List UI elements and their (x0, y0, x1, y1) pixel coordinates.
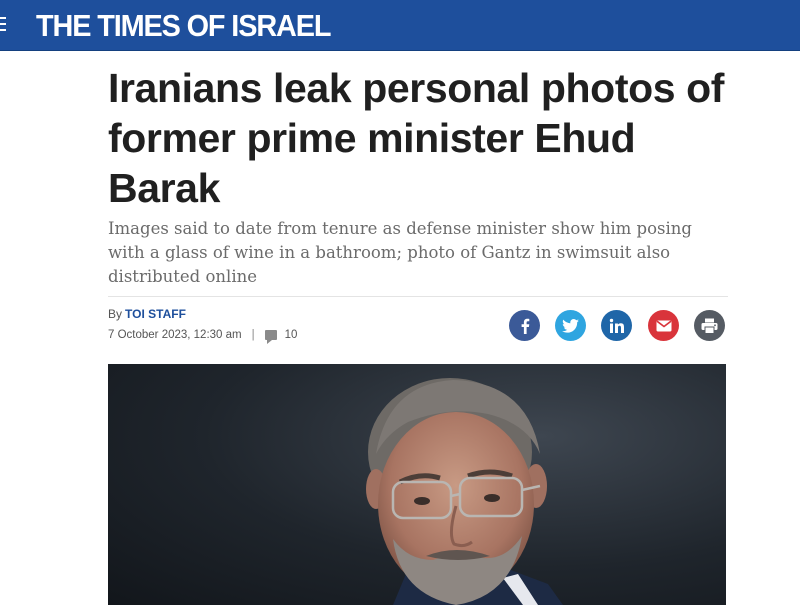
divider (108, 296, 728, 297)
comment-count[interactable]: 10 (285, 329, 298, 341)
twitter-share-button[interactable] (555, 310, 586, 341)
site-header: THE TIMES OF ISRAEL (0, 0, 800, 51)
meta-separator: | (251, 329, 255, 341)
article-meta: 7 October 2023, 12:30 am | 10 (108, 329, 298, 344)
email-icon (656, 320, 671, 331)
article-headline: Iranians leak personal photos of former … (108, 65, 725, 211)
byline: By TOI STAFF (108, 307, 186, 321)
article-photo[interactable] (108, 364, 726, 605)
facebook-share-button[interactable] (509, 310, 540, 341)
article-subheadline: Images said to date from tenure as defen… (108, 219, 692, 286)
article-photo-illustration (366, 378, 563, 605)
comment-icon[interactable] (264, 330, 277, 344)
linkedin-share-button[interactable] (601, 310, 632, 341)
author-link[interactable]: TOI STAFF (125, 307, 186, 321)
print-button[interactable] (694, 310, 725, 341)
linkedin-icon (609, 318, 624, 333)
site-logo[interactable]: THE TIMES OF ISRAEL (36, 9, 331, 43)
print-icon (701, 318, 718, 334)
byline-prefix: By (108, 307, 123, 321)
hamburger-menu-icon[interactable] (0, 17, 8, 35)
facebook-icon (521, 318, 529, 334)
twitter-icon (562, 318, 579, 333)
publish-date: 7 October 2023, 12:30 am (108, 329, 242, 341)
email-share-button[interactable] (648, 310, 679, 341)
